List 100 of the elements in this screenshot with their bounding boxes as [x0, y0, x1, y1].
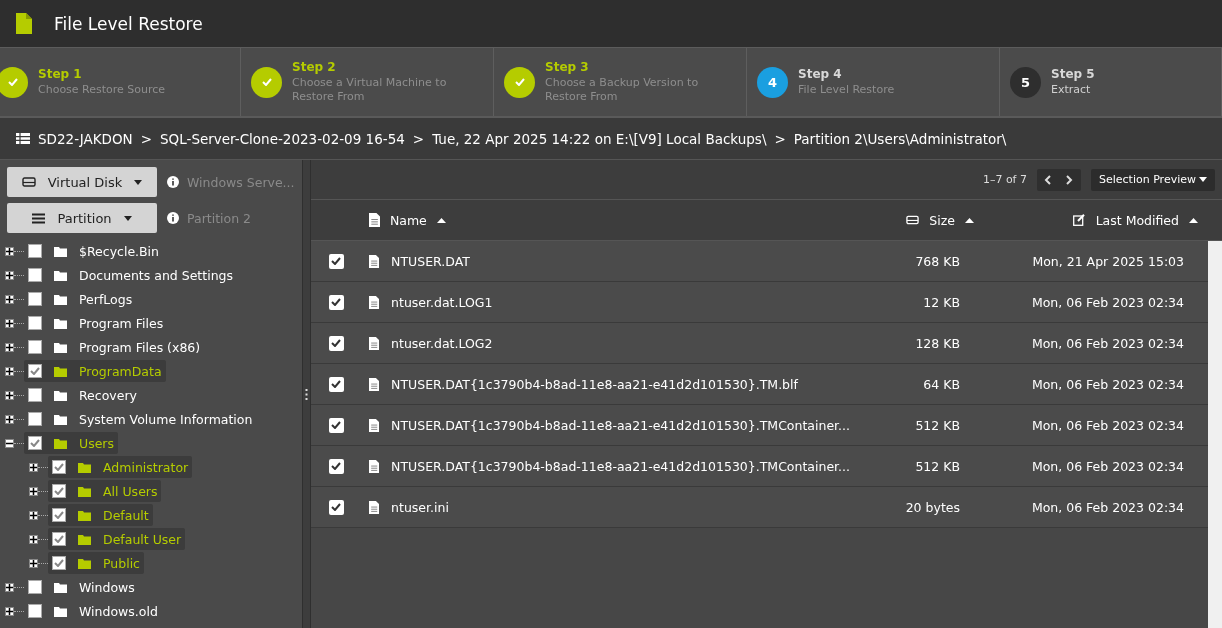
checkbox[interactable] [328, 458, 344, 474]
column-header[interactable]: Last Modified [998, 212, 1222, 228]
expand-toggle[interactable] [29, 510, 38, 520]
checkbox[interactable] [28, 388, 42, 402]
check-icon [331, 462, 342, 470]
breadcrumb-separator: > [140, 130, 153, 147]
wizard-step[interactable]: 4 Step 4 File Level Restore [747, 48, 1000, 116]
tree-item[interactable]: Program Files [24, 312, 168, 334]
checkbox[interactable] [28, 292, 42, 306]
step-description: Extract [1051, 83, 1092, 97]
tree-item[interactable]: Default User [48, 528, 186, 550]
tree-item[interactable]: Program Files (x86) [24, 336, 205, 358]
checkbox[interactable] [328, 417, 344, 433]
info-text: Windows Serve... [187, 174, 295, 190]
tree-item[interactable]: Windows [24, 576, 139, 598]
checkbox[interactable] [328, 294, 344, 310]
wizard-step[interactable]: 5 Step 5 Extract [1000, 48, 1222, 116]
expand-toggle[interactable] [5, 246, 14, 256]
wizard-step[interactable]: Step 2 Choose a Virtual Machine to Restore From [241, 48, 494, 116]
checkbox[interactable] [28, 364, 42, 378]
breadcrumb-item[interactable]: Partition 2\Users\Administrator\ [793, 130, 1007, 147]
column-header[interactable]: Size [888, 212, 998, 228]
tree-item[interactable]: Documents and Settings [24, 264, 237, 286]
expand-toggle[interactable] [5, 294, 14, 304]
checkbox[interactable] [28, 268, 42, 282]
check-icon [30, 439, 40, 447]
dropdown-button[interactable]: Partition [7, 203, 157, 233]
expand-toggle[interactable] [5, 582, 14, 592]
step-label: Step 4 [798, 67, 843, 81]
expand-toggle[interactable] [29, 486, 38, 496]
tree-item[interactable]: Public [48, 552, 144, 574]
check-icon [331, 339, 342, 347]
step-label: Step 5 [1051, 67, 1095, 81]
tree-item[interactable]: Users [24, 432, 118, 454]
expand-toggle[interactable] [5, 414, 14, 424]
file-row[interactable]: NTUSER.DAT{1c3790b4-b8ad-11e8-aa21-e41d2d101530}.TM.blf 64 KB Mon, 06 Feb 2023 02:34 [310, 364, 1208, 405]
file-row[interactable]: ntuser.ini 20 bytes Mon, 06 Feb 2023 02:34 [310, 487, 1208, 528]
checkbox[interactable] [28, 436, 42, 450]
checkbox[interactable] [328, 253, 344, 269]
file-row[interactable]: NTUSER.DAT{1c3790b4-b8ad-11e8-aa21-e41d2d101530}.TMContainer... 512 KB Mon, 06 Feb 2023 02:34 [310, 405, 1208, 446]
checkbox[interactable] [52, 484, 66, 498]
file-row[interactable]: ntuser.dat.LOG1 12 KB Mon, 06 Feb 2023 02:34 [310, 282, 1208, 323]
tree-item[interactable]: Recovery [24, 384, 141, 406]
table-cell-text: 768 KB [914, 253, 961, 269]
table-cell-text: Mon, 21 Apr 2025 15:03 [1031, 253, 1185, 269]
checkbox[interactable] [328, 335, 344, 351]
tree-item[interactable]: All Users [48, 480, 162, 502]
breadcrumb-separator: > [412, 130, 425, 147]
file-icon [368, 500, 380, 514]
check-icon [30, 367, 40, 375]
wizard-step[interactable]: Step 3 Choose a Backup Version to Restore From [494, 48, 747, 116]
scrollbar[interactable] [1208, 241, 1222, 628]
expand-toggle[interactable] [5, 342, 14, 352]
file-row[interactable]: ntuser.dat.LOG2 128 KB Mon, 06 Feb 2023 02:34 [310, 323, 1208, 364]
checkbox[interactable] [28, 580, 42, 594]
tree-item[interactable]: ProgramData [24, 360, 166, 382]
table-cell-text: Mon, 06 Feb 2023 02:34 [1030, 294, 1185, 310]
selection-preview-dropdown[interactable]: Selection Preview [1091, 168, 1215, 191]
dropdown-button[interactable]: Virtual Disk [7, 167, 157, 197]
check-icon [261, 78, 272, 86]
breadcrumb-item[interactable]: SD22-JAKDON [38, 130, 133, 147]
tree-item[interactable]: System Volume Information [24, 408, 257, 430]
checkbox[interactable] [28, 412, 42, 426]
breadcrumb-item[interactable]: SQL-Server-Clone-2023-02-09 16-54 [160, 130, 405, 147]
checkbox[interactable] [52, 532, 66, 546]
expand-toggle[interactable] [5, 390, 14, 400]
collapse-toggle[interactable] [5, 438, 14, 448]
check-icon [331, 421, 342, 429]
breadcrumb-item[interactable]: Tue, 22 Apr 2025 14:22 on E:\[V9] Local Backups\ [432, 130, 767, 147]
tree-item[interactable]: $Recycle.Bin [24, 240, 164, 262]
checkbox[interactable] [52, 460, 66, 474]
expand-toggle[interactable] [5, 606, 14, 616]
tree-item[interactable]: Default [48, 504, 153, 526]
column-header[interactable]: Name [368, 212, 888, 228]
checkbox[interactable] [28, 340, 42, 354]
wizard-step[interactable]: Step 1 Choose Restore Source [0, 48, 241, 116]
expand-toggle[interactable] [5, 366, 14, 376]
checkbox[interactable] [328, 499, 344, 515]
checkbox[interactable] [52, 556, 66, 570]
checkbox[interactable] [28, 604, 42, 618]
checkbox[interactable] [28, 316, 42, 330]
file-icon [368, 295, 380, 309]
expand-toggle[interactable] [29, 534, 38, 544]
tree-item[interactable]: PerfLogs [24, 288, 137, 310]
folder-icon [78, 533, 91, 545]
file-row[interactable]: NTUSER.DAT{1c3790b4-b8ad-11e8-aa21-e41d2d101530}.TMContainer... 512 KB Mon, 06 Feb 2023 02:34 [310, 446, 1208, 487]
expand-toggle[interactable] [5, 270, 14, 280]
splitter-handle[interactable] [301, 160, 311, 628]
checkbox[interactable] [328, 376, 344, 392]
checkbox[interactable] [28, 244, 42, 258]
expand-toggle[interactable] [29, 462, 38, 472]
checkbox[interactable] [52, 508, 66, 522]
file-row[interactable]: NTUSER.DAT 768 KB Mon, 21 Apr 2025 15:03 [310, 241, 1208, 282]
folder-icon [54, 245, 67, 257]
folder-icon [54, 269, 67, 281]
table-cell-text: 512 KB [914, 458, 961, 474]
expand-toggle[interactable] [29, 558, 38, 568]
tree-item[interactable]: Administrator [48, 456, 193, 478]
expand-toggle[interactable] [5, 318, 14, 328]
tree-item[interactable]: Windows.old [24, 600, 162, 622]
